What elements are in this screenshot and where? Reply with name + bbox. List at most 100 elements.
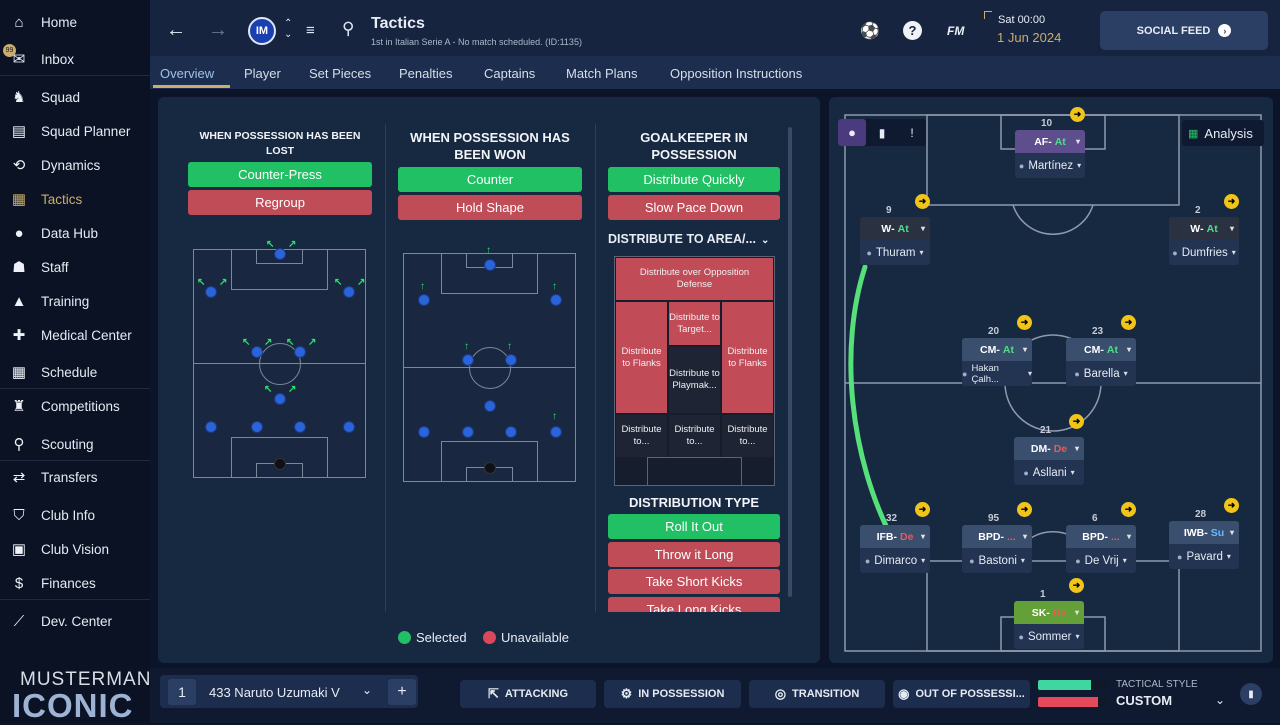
zone-flank-right[interactable]: Distribute to Flanks xyxy=(722,302,773,413)
tactic-slot-number[interactable]: 1 xyxy=(168,679,196,705)
stats-icon[interactable]: ▮ xyxy=(1240,683,1262,705)
sidebar-item-inbox[interactable]: ✉ Inbox 99 xyxy=(0,44,150,74)
tactical-style-value[interactable]: CUSTOM xyxy=(1116,693,1172,708)
player-instructions-icon[interactable]: ➜ xyxy=(1121,502,1136,517)
menu-icon[interactable]: ≡ xyxy=(306,22,315,39)
slow-pace-down-button[interactable]: Slow Pace Down xyxy=(608,195,780,220)
tab-captains[interactable]: Captains xyxy=(484,66,535,81)
chevron-down-icon[interactable]: ⌄ xyxy=(362,683,372,697)
sidebar-item-transfers[interactable]: ⇄ Transfers xyxy=(0,462,150,492)
player-instructions-icon[interactable]: ➜ xyxy=(915,194,930,209)
sidebar-item-club-vision[interactable]: ▣ Club Vision xyxy=(0,534,150,564)
role-dropdown[interactable]: IFB - De ▾ xyxy=(860,525,930,548)
bar-chart-icon[interactable]: ▮ xyxy=(868,119,896,146)
hold-shape-button[interactable]: Hold Shape xyxy=(398,195,582,220)
sidebar-item-scouting[interactable]: ⚲ Scouting xyxy=(0,429,150,459)
sidebar-item-tactics[interactable]: ▦ Tactics xyxy=(0,184,150,214)
role-dropdown[interactable]: CM - At ▾ xyxy=(962,338,1032,361)
counter-press-button[interactable]: Counter-Press xyxy=(188,162,372,187)
tactic-name[interactable]: 433 Naruto Uzumaki V xyxy=(209,685,340,700)
sidebar-item-competitions[interactable]: ♜ Competitions xyxy=(0,391,150,421)
player-dropdown[interactable]: ● Hakan Çalh... ▾ xyxy=(962,361,1032,386)
sidebar-item-finances[interactable]: $ Finances xyxy=(0,568,150,598)
role-dropdown[interactable]: W - At ▾ xyxy=(1169,217,1239,240)
player-dropdown[interactable]: ● Martínez ▾ xyxy=(1015,153,1085,178)
player-dropdown[interactable]: ● Pavard ▾ xyxy=(1169,544,1239,569)
take-short-kicks-button[interactable]: Take Short Kicks xyxy=(608,569,780,594)
role-dropdown[interactable]: AF - At ▾ xyxy=(1015,130,1085,153)
add-tactic-icon[interactable]: + xyxy=(388,679,416,705)
player-instructions-icon[interactable]: ➜ xyxy=(1121,315,1136,330)
player-card-iwb[interactable]: IWB - Su ▾ ● Pavard ▾ xyxy=(1169,521,1239,569)
player-dropdown[interactable]: ● Bastoni ▾ xyxy=(962,548,1032,573)
sidebar-item-training[interactable]: ▲ Training xyxy=(0,286,150,316)
player-card-wr[interactable]: W - At ▾ ● Dumfries ▾ xyxy=(1169,217,1239,265)
tab-penalties[interactable]: Penalties xyxy=(399,66,452,81)
zone-flank-left[interactable]: Distribute to Flanks xyxy=(616,302,667,413)
sidebar-item-squad[interactable]: ♞ Squad xyxy=(0,82,150,112)
regroup-button[interactable]: Regroup xyxy=(188,190,372,215)
player-instructions-icon[interactable]: ➜ xyxy=(1069,578,1084,593)
player-card-bpdr[interactable]: BPD -... ▾ ● De Vrij ▾ xyxy=(1066,525,1136,573)
sidebar-item-squad-planner[interactable]: ▤ Squad Planner xyxy=(0,116,150,146)
tab-set-pieces[interactable]: Set Pieces xyxy=(309,66,371,81)
out-of-possession-button[interactable]: ◉ OUT OF POSSESSI... xyxy=(893,680,1030,708)
zone-bottom-right[interactable]: Distribute to... xyxy=(722,415,773,457)
forward-arrow-icon[interactable]: → xyxy=(208,19,228,42)
sidebar-item-home[interactable]: ⌂ Home xyxy=(0,7,150,37)
chevron-down-icon[interactable]: ⌄ xyxy=(1215,693,1225,707)
player-card-cml[interactable]: CM - At ▾ ● Hakan Çalh... ▾ xyxy=(962,338,1032,386)
zone-playmaker[interactable]: Distribute to Playmak... xyxy=(669,347,720,413)
player-dropdown[interactable]: ● Sommer ▾ xyxy=(1014,624,1084,649)
social-feed-button[interactable]: SOCIAL FEED › xyxy=(1100,11,1268,50)
zone-bottom-center[interactable]: Distribute to... xyxy=(669,415,720,457)
sidebar-item-staff[interactable]: ☗ Staff xyxy=(0,252,150,282)
back-arrow-icon[interactable]: ← xyxy=(166,19,186,42)
player-instructions-icon[interactable]: ➜ xyxy=(1069,414,1084,429)
player-instructions-icon[interactable]: ➜ xyxy=(1017,502,1032,517)
tab-match-plans[interactable]: Match Plans xyxy=(566,66,638,81)
role-dropdown[interactable]: IWB - Su ▾ xyxy=(1169,521,1239,544)
player-instructions-icon[interactable]: ➜ xyxy=(1070,107,1085,122)
take-long-kicks-button[interactable]: Take Long Kicks xyxy=(608,597,780,612)
role-dropdown[interactable]: SK - De ▾ xyxy=(1014,601,1084,624)
player-card-bpdl[interactable]: BPD -... ▾ ● Bastoni ▾ xyxy=(962,525,1032,573)
club-crest-icon[interactable]: IM xyxy=(248,17,276,45)
player-instructions-icon[interactable]: ➜ xyxy=(1224,498,1239,513)
in-possession-button[interactable]: ⚙ IN POSSESSION xyxy=(604,680,741,708)
transition-button[interactable]: ◎ TRANSITION xyxy=(749,680,885,708)
player-card-sk[interactable]: SK - De ▾ ● Sommer ▾ xyxy=(1014,601,1084,649)
player-dropdown[interactable]: ● Dimarco ▾ xyxy=(860,548,930,573)
club-switcher-icon[interactable]: ⌃ ⌄ xyxy=(284,18,292,40)
distribute-area-dropdown[interactable]: DISTRIBUTE TO AREA/... ⌄ xyxy=(608,232,769,246)
game-date[interactable]: 1 Jun 2024 xyxy=(997,30,1061,45)
player-instructions-icon[interactable]: ➜ xyxy=(1017,315,1032,330)
throw-it-long-button[interactable]: Throw it Long xyxy=(608,542,780,567)
scrollbar[interactable] xyxy=(788,127,792,597)
player-view-icon[interactable]: ● xyxy=(838,119,866,146)
attacking-button[interactable]: ⇱ ATTACKING xyxy=(460,680,596,708)
alert-icon[interactable]: ! xyxy=(898,119,926,146)
player-dropdown[interactable]: ● Asllani ▾ xyxy=(1014,460,1084,485)
player-card-af[interactable]: AF - At ▾ ● Martínez ▾ xyxy=(1015,130,1085,178)
player-card-ifb[interactable]: IFB - De ▾ ● Dimarco ▾ xyxy=(860,525,930,573)
role-dropdown[interactable]: W - At ▾ xyxy=(860,217,930,240)
player-instructions-icon[interactable]: ➜ xyxy=(1224,194,1239,209)
role-dropdown[interactable]: DM - De ▾ xyxy=(1014,437,1084,460)
player-card-dm[interactable]: DM - De ▾ ● Asllani ▾ xyxy=(1014,437,1084,485)
player-card-wl[interactable]: W - At ▾ ● Thuram ▾ xyxy=(860,217,930,265)
tab-player[interactable]: Player xyxy=(244,66,281,81)
sidebar-item-dynamics[interactable]: ⟲ Dynamics xyxy=(0,150,150,180)
zone-over-defense[interactable]: Distribute over Opposition Defense xyxy=(616,258,773,300)
player-dropdown[interactable]: ● Dumfries ▾ xyxy=(1169,240,1239,265)
role-dropdown[interactable]: CM - At ▾ xyxy=(1066,338,1136,361)
zone-target-man[interactable]: Distribute to Target... xyxy=(669,302,720,345)
tab-opposition-instructions[interactable]: Opposition Instructions xyxy=(670,66,802,81)
role-dropdown[interactable]: BPD -... ▾ xyxy=(962,525,1032,548)
football-icon[interactable]: ⚽ xyxy=(860,21,880,41)
fm-logo-icon[interactable]: FM xyxy=(947,24,964,38)
counter-button[interactable]: Counter xyxy=(398,167,582,192)
zone-bottom-left[interactable]: Distribute to... xyxy=(616,415,667,457)
player-card-cmr[interactable]: CM - At ▾ ● Barella ▾ xyxy=(1066,338,1136,386)
sidebar-item-club-info[interactable]: ⛉ Club Info xyxy=(0,500,150,530)
